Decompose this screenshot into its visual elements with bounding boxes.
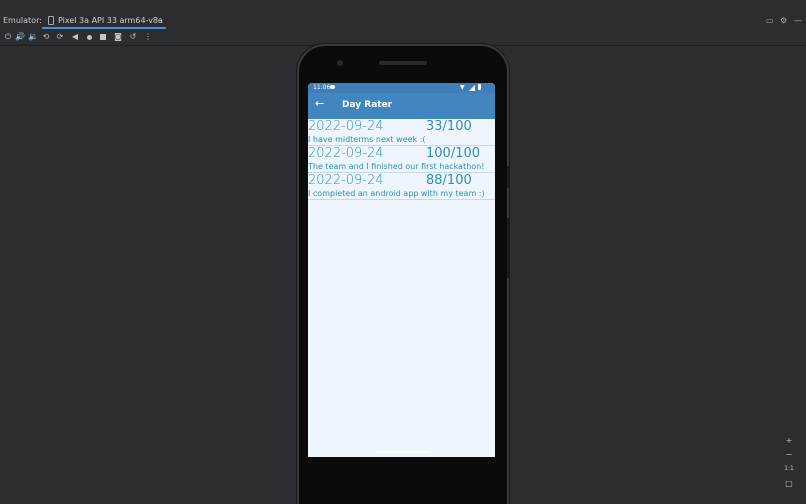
actual-size-button[interactable]: 1:1 [783, 463, 795, 475]
layout-icon[interactable]: ▭ [766, 16, 774, 25]
entry-date: 2022-09-24 [308, 119, 384, 134]
device-tab-title: Pixel 3a API 33 arm64-v8a [58, 16, 163, 25]
back-arrow-icon[interactable]: ← [315, 97, 324, 110]
status-bar: 11:06 ▼ [308, 83, 495, 93]
home-icon[interactable] [87, 35, 92, 40]
app-title: Day Rater [342, 100, 393, 110]
volume-up-icon[interactable]: 🔊 [15, 32, 25, 42]
zoom-in-button[interactable]: + [783, 435, 795, 447]
entry-date: 2022-09-24 [308, 146, 384, 161]
emulator-tab-bar: Emulator: Pixel 3a API 33 arm64-v8a × ▭ … [0, 14, 806, 29]
entry-note: I have midterms next week :( [308, 135, 426, 144]
list-item[interactable]: 2022-09-24 88/100 I completed an android… [308, 173, 495, 200]
entry-date: 2022-09-24 [308, 173, 384, 188]
more-icon[interactable]: ⋮ [143, 32, 153, 42]
entry-list: 2022-09-24 33/100 I have midterms next w… [308, 119, 495, 200]
snapshot-icon[interactable]: ↺ [128, 32, 138, 42]
rotate-right-icon[interactable]: ⟳ [55, 32, 65, 42]
gesture-nav-bar[interactable] [376, 451, 428, 453]
fit-screen-button[interactable]: □ [783, 478, 795, 490]
rotate-left-icon[interactable]: ⟲ [41, 32, 51, 42]
message-icon [330, 85, 335, 89]
speaker-grille [379, 61, 427, 65]
back-icon[interactable]: ◀ [70, 32, 80, 42]
power-icon[interactable]: ⏻ [3, 32, 13, 42]
minimize-icon[interactable]: — [794, 16, 802, 25]
entry-score: 88/100 [426, 173, 472, 188]
camera-icon [337, 60, 343, 66]
volume-down-icon[interactable]: 🔉 [28, 32, 38, 42]
entry-score: 33/100 [426, 119, 472, 134]
volume-side-button [507, 218, 510, 278]
entry-note: The team and I finished our first hackat… [308, 162, 485, 171]
zoom-out-button[interactable]: − [783, 449, 795, 461]
overview-icon[interactable] [100, 34, 106, 40]
signal-icon [469, 85, 475, 91]
entry-score: 100/100 [426, 146, 481, 161]
list-item[interactable]: 2022-09-24 33/100 I have midterms next w… [308, 119, 495, 146]
screenshot-icon[interactable]: ◙ [113, 32, 123, 42]
device-icon [48, 16, 54, 25]
battery-icon [478, 84, 481, 90]
emulator-toolbar: ⏻ 🔊 🔉 ⟲ ⟳ ◀ ◙ ↺ ⋮ [0, 30, 806, 46]
tab-close-icon[interactable]: × [156, 16, 162, 24]
title-strip [0, 0, 806, 15]
power-side-button [507, 166, 510, 188]
device-frame: 11:06 ▼ ← Day Rater 2022-09-24 33/100 I … [299, 46, 510, 504]
device-tab[interactable]: Pixel 3a API 33 arm64-v8a × [42, 14, 166, 29]
device-screen[interactable]: 11:06 ▼ ← Day Rater 2022-09-24 33/100 I … [308, 83, 495, 457]
list-item[interactable]: 2022-09-24 100/100 The team and I finish… [308, 146, 495, 173]
wifi-icon: ▼ [460, 84, 465, 91]
status-time: 11:06 [313, 84, 331, 91]
settings-icon[interactable]: ⚙ [780, 16, 787, 25]
app-bar: ← Day Rater [308, 93, 495, 119]
entry-note: I completed an android app with my team … [308, 189, 485, 198]
emulator-panel-label: Emulator: [3, 16, 42, 25]
